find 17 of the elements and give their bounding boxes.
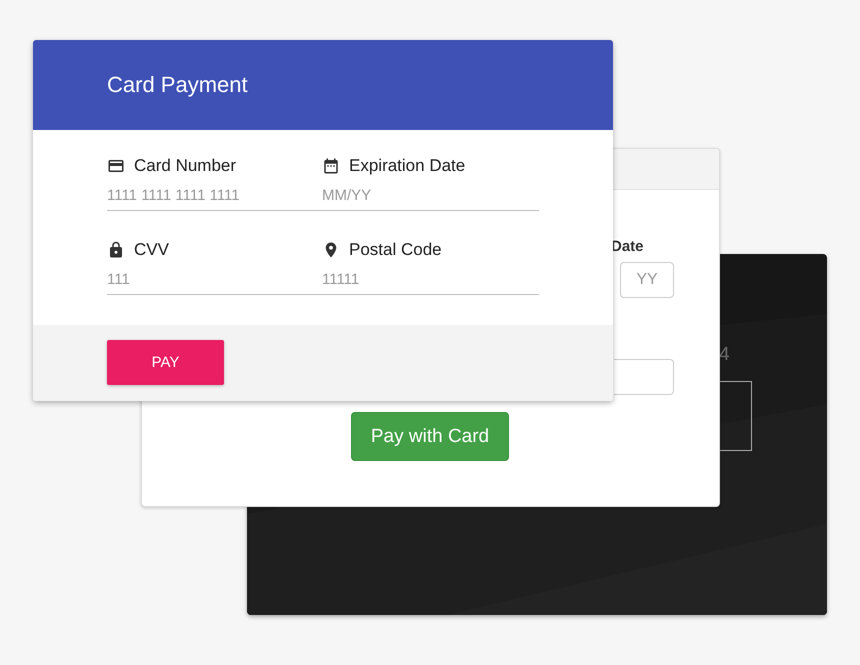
field-label: Card Number bbox=[134, 156, 236, 176]
input-field[interactable]: YY bbox=[620, 262, 674, 298]
input-field[interactable]: 1111 1111 1111 1111 bbox=[107, 179, 322, 211]
card-number-fragment: 4 bbox=[719, 344, 730, 366]
input-field[interactable]: 111 bbox=[107, 263, 322, 295]
field-label: Expiration Date bbox=[349, 156, 466, 176]
input-field[interactable] bbox=[614, 359, 674, 395]
input-field[interactable]: 11111 bbox=[322, 263, 539, 295]
credit-card-icon bbox=[107, 157, 125, 175]
field-label: CVV bbox=[134, 240, 169, 260]
input-field[interactable]: MM/YY bbox=[322, 179, 539, 211]
calendar-icon bbox=[322, 157, 340, 175]
field-label: Postal Code bbox=[349, 240, 442, 260]
window-title: Card Payment bbox=[107, 72, 248, 98]
pay-button[interactable]: PAY bbox=[107, 340, 224, 385]
pay-with-card-button[interactable]: Pay with Card bbox=[351, 412, 509, 461]
lock-icon bbox=[107, 241, 125, 259]
